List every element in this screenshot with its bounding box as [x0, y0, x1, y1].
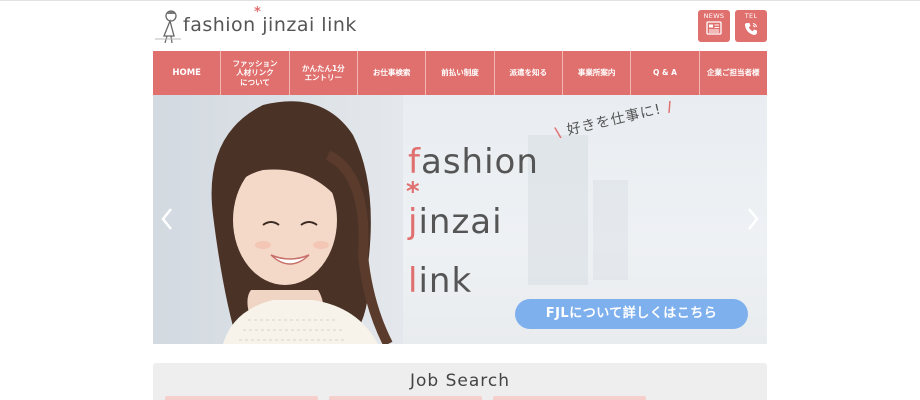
- news-label: NEWS: [703, 12, 725, 20]
- news-icon: [706, 21, 722, 35]
- main-nav: HOME ファッション 人材リンク について かんたん1分 エントリー お仕事検…: [153, 51, 767, 95]
- site-header: * fashion jinzai link NEWS TEL: [153, 5, 767, 46]
- job-search-tab[interactable]: [493, 396, 646, 400]
- slider-prev-arrow-icon[interactable]: [158, 207, 178, 231]
- brand-word: ink: [418, 261, 473, 301]
- nav-item-qa[interactable]: Q & A: [631, 51, 700, 95]
- hero-brand-jinzai: jinzai: [408, 202, 503, 242]
- brand-word: ashion: [420, 142, 539, 182]
- hero-model-photo: [153, 95, 403, 344]
- top-border: [0, 0, 920, 1]
- hero-brand-fashion: fashion: [408, 142, 539, 182]
- phone-icon: [745, 23, 757, 35]
- job-search-tab[interactable]: [329, 396, 482, 400]
- job-search-title: Job Search: [409, 371, 510, 391]
- nav-item-corporate[interactable]: 企業ご担当者様: [700, 51, 767, 95]
- nav-item-entry[interactable]: かんたん1分 エントリー: [290, 51, 358, 95]
- brand-initial: j: [408, 202, 419, 242]
- nav-item-dispatch[interactable]: 派遣を知る: [495, 51, 563, 95]
- brand-word: inzai: [418, 202, 503, 242]
- logo-text: fashion jinzai link: [183, 14, 357, 36]
- hero-brand-link: link: [408, 261, 472, 301]
- nav-item-home[interactable]: HOME: [153, 51, 222, 95]
- site-logo[interactable]: * fashion jinzai link: [153, 5, 413, 46]
- brand-initial: l: [408, 261, 419, 301]
- tel-label: TEL: [744, 12, 758, 20]
- brand-initial: f: [408, 142, 421, 182]
- nav-item-job-search[interactable]: お仕事検索: [358, 51, 427, 95]
- job-search-tab[interactable]: [165, 396, 318, 400]
- nav-item-offices[interactable]: 事業所案内: [563, 51, 632, 95]
- background-building: [593, 180, 628, 280]
- about-fjl-button[interactable]: FJLについて詳しくはこちら: [515, 299, 748, 329]
- job-search-section: Job Search: [153, 363, 767, 400]
- news-button[interactable]: NEWS: [698, 10, 730, 42]
- tel-button[interactable]: TEL: [735, 10, 767, 42]
- logo-figure-icon: [155, 10, 181, 44]
- nav-item-about[interactable]: ファッション 人材リンク について: [221, 51, 290, 95]
- nav-item-prepayment[interactable]: 前払い制度: [426, 51, 495, 95]
- hero-slider: \ 好きを仕事に! / fashion * jinzai link FJLについ…: [153, 95, 767, 344]
- slider-next-arrow-icon[interactable]: [742, 207, 762, 231]
